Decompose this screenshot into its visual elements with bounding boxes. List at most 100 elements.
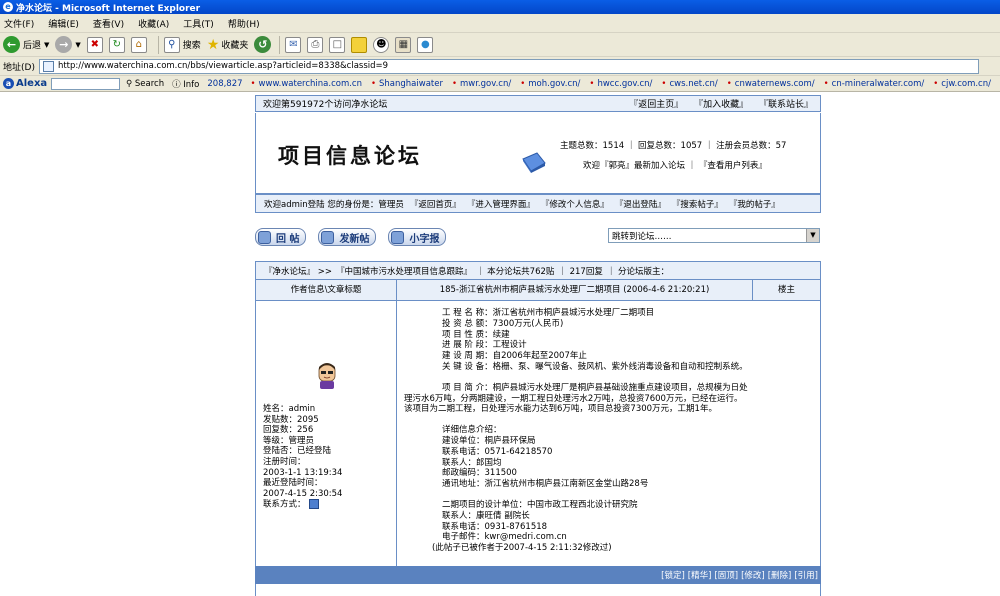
top-links: 『返回主页』 『加入收藏』 『联系站长』 [621, 97, 813, 110]
new-post-icon [321, 230, 335, 244]
post-line: 电子邮件：kwr@medri.com.cn [442, 532, 567, 543]
alexa-info-button[interactable]: ⓘ Info [172, 78, 199, 90]
star-icon: ★ [206, 36, 220, 53]
post-line: 项 目 简 介：桐庐县城污水处理厂是桐庐县基础设施重点建设项目，总规模为日处 [442, 382, 748, 393]
alexa-link-cws[interactable]: cws.net.cn/ [661, 79, 717, 89]
crumb-subforum[interactable]: 『中国城市污水处理项目信息跟踪』 [336, 265, 472, 277]
newest-member[interactable]: 欢迎『郭亮』最新加入论坛 ｜ 『查看用户列表』 [583, 159, 767, 171]
crumb-root[interactable]: 『净水论坛』 >> [264, 265, 332, 277]
alexa-link-mwr[interactable]: mwr.gov.cn/ [452, 79, 511, 89]
link-contact-admin[interactable]: 『联系站长』 [759, 100, 813, 110]
qq-penguin-icon[interactable]: ☻ [373, 36, 390, 53]
floor-label: 楼主 [777, 285, 795, 295]
link-edit-profile[interactable]: 『修改个人信息』 [541, 198, 609, 210]
new-post-button[interactable]: 发新帖 [318, 228, 377, 246]
action-delete[interactable]: [删除] [768, 569, 792, 581]
alexa-link-cjw[interactable]: cjw.com.cn/ [933, 79, 991, 89]
link-my-posts[interactable]: 『我的帖子』 [729, 198, 780, 210]
toolbar-separator [279, 35, 281, 54]
action-quote[interactable]: [引用] [794, 569, 818, 581]
reply-button[interactable]: 回 帖 [255, 228, 307, 246]
link-return-home[interactable]: 『返回首页』 [410, 198, 461, 210]
refresh-icon[interactable]: ↻ [108, 36, 125, 53]
link-logout[interactable]: 『退出登陆』 [615, 198, 666, 210]
mail-icon[interactable]: ✉ [285, 36, 302, 53]
action-edit[interactable]: [修改] [741, 569, 765, 581]
post-line: 二期项目的设计单位：中国市政工程西北设计研究院 [442, 499, 638, 510]
post-action-bar: [锁定] [精华] [固顶] [修改] [删除] [引用] [255, 566, 821, 584]
forum-jump-select[interactable]: 跳转到论坛…… ▼ [608, 228, 820, 243]
menu-help[interactable]: 帮助(H) [228, 17, 260, 30]
stop-icon[interactable]: ✖ [86, 36, 103, 53]
address-label: 地址(D) [3, 62, 35, 73]
menu-favorites[interactable]: 收藏(A) [138, 17, 169, 30]
small-poster-button[interactable]: 小字报 [388, 228, 447, 246]
post-line: 详细信息介绍： [442, 425, 502, 436]
menu-tools[interactable]: 工具(T) [183, 17, 214, 30]
post-line: 联系电话：0931-8761518 [442, 521, 548, 532]
user-bar: 欢迎admin登陆 您的身份是：管理员 『返回首页』 『进入管理界面』 『修改个… [255, 194, 821, 213]
action-highlight[interactable]: [精华] [688, 569, 712, 581]
post-edit-note: (此帖子已被作者于2007-4-15 2:11:32修改过) [432, 543, 612, 554]
page-viewport: 欢迎第591972个访问净水论坛 『返回主页』 『加入收藏』 『联系站长』 项目… [0, 92, 1000, 596]
messenger-icon[interactable]: ● [417, 36, 434, 53]
research-icon[interactable]: ▦ [395, 36, 412, 53]
alexa-link-moh[interactable]: moh.gov.cn/ [520, 79, 580, 89]
search-button[interactable]: ⚲ 搜索 [163, 36, 201, 53]
forward-button[interactable]: → ▼ [55, 36, 81, 53]
address-input[interactable]: http://www.waterchina.com.cn/bbs/viewart… [38, 58, 979, 74]
print-icon[interactable]: ⎙ [307, 36, 324, 53]
post-line: 邮政编码：311500 [442, 468, 517, 479]
back-button[interactable]: ← 后退 ▼ [3, 36, 49, 53]
action-lock[interactable]: [锁定] [661, 569, 685, 581]
alexa-logo[interactable]: a Alexa [3, 78, 47, 89]
back-dropdown-icon[interactable]: ▼ [44, 41, 49, 49]
history-icon[interactable]: ↺ [254, 36, 272, 53]
alexa-link-waterchina[interactable]: www.waterchina.com.cn [251, 79, 362, 89]
contact-icon[interactable] [308, 499, 319, 510]
forum-header: 项目信息论坛 主题总数：1514 ｜ 回复总数：1057 ｜ 注册会员总数：57… [255, 113, 821, 194]
author-post-count: 发贴数：2095 [263, 414, 319, 425]
alexa-link-shanghaiwater[interactable]: Shanghaiwater [371, 79, 443, 89]
alexa-link-cn-mineralwater[interactable]: cn-mineralwater.com/ [824, 79, 925, 89]
favorites-label: 收藏夹 [221, 41, 249, 51]
link-home[interactable]: 『返回主页』 [629, 100, 683, 110]
author-login-status: 登陆否：已经登陆 [263, 446, 332, 457]
thread-table: 作者信息\文章标题 185-浙江省杭州市桐庐县城污水处理厂二期项目 (2006-… [255, 280, 821, 596]
author-name: 姓名：admin [263, 404, 316, 414]
edit-icon[interactable]: □ [329, 36, 346, 53]
link-add-favorite[interactable]: 『加入收藏』 [694, 100, 748, 110]
forum-logo: 项目信息论坛 [278, 143, 422, 168]
author-reg-time: 2003-1-1 13:19:34 [263, 467, 343, 478]
forward-dropdown-icon[interactable]: ▼ [75, 41, 80, 49]
alexa-search-input[interactable] [51, 77, 120, 90]
alexa-search-button[interactable]: ⚲ Search [126, 79, 164, 89]
notes-icon[interactable] [351, 36, 368, 53]
search-label: 搜索 [182, 41, 201, 51]
forum-book-icon [522, 152, 546, 173]
alexa-link-cnwaternews[interactable]: cnwaternews.com/ [727, 79, 815, 89]
forward-arrow-icon: → [55, 36, 73, 53]
menu-edit[interactable]: 编辑(E) [48, 17, 79, 30]
chevron-down-icon: ▼ [806, 229, 819, 242]
home-icon[interactable]: ⌂ [130, 36, 147, 53]
window-title: 净水论坛 - Microsoft Internet Explorer [16, 3, 201, 14]
post-line: 理污水6万吨，分两期建设，一期工程日处理污水2万吨，总投资7600万元，已经在运… [404, 393, 743, 404]
alexa-link-hwcc[interactable]: hwcc.gov.cn/ [589, 79, 652, 89]
reply-icon [258, 230, 271, 244]
menu-bar: 文件(F) 编辑(E) 查看(V) 收藏(A) 工具(T) 帮助(H) [0, 14, 1000, 33]
window-titlebar: e 净水论坛 - Microsoft Internet Explorer [0, 0, 1000, 14]
favorites-button[interactable]: ★ 收藏夹 [207, 37, 249, 53]
action-pin[interactable]: [固顶] [714, 569, 738, 581]
alexa-rank[interactable]: 208,827 [207, 79, 242, 89]
menu-file[interactable]: 文件(F) [4, 17, 34, 30]
author-level: 等级：管理员 [263, 435, 315, 446]
crumb-reply-count: ｜ 217回复 [558, 266, 603, 277]
menu-view[interactable]: 查看(V) [93, 17, 124, 30]
post-line: 建 设 周 期：自2006年起至2007年止 [442, 351, 587, 362]
author-reply-count: 回复数：256 [263, 425, 314, 436]
post-line: 关 键 设 备：格栅、泵、曝气设备、鼓风机、紫外线消毒设备和自动和控制系统。 [442, 361, 748, 372]
link-admin-panel[interactable]: 『进入管理界面』 [467, 198, 535, 210]
link-search-posts[interactable]: 『搜索帖子』 [672, 198, 723, 210]
thread-header-row: 作者信息\文章标题 185-浙江省杭州市桐庐县城污水处理厂二期项目 (2006-… [256, 280, 820, 301]
